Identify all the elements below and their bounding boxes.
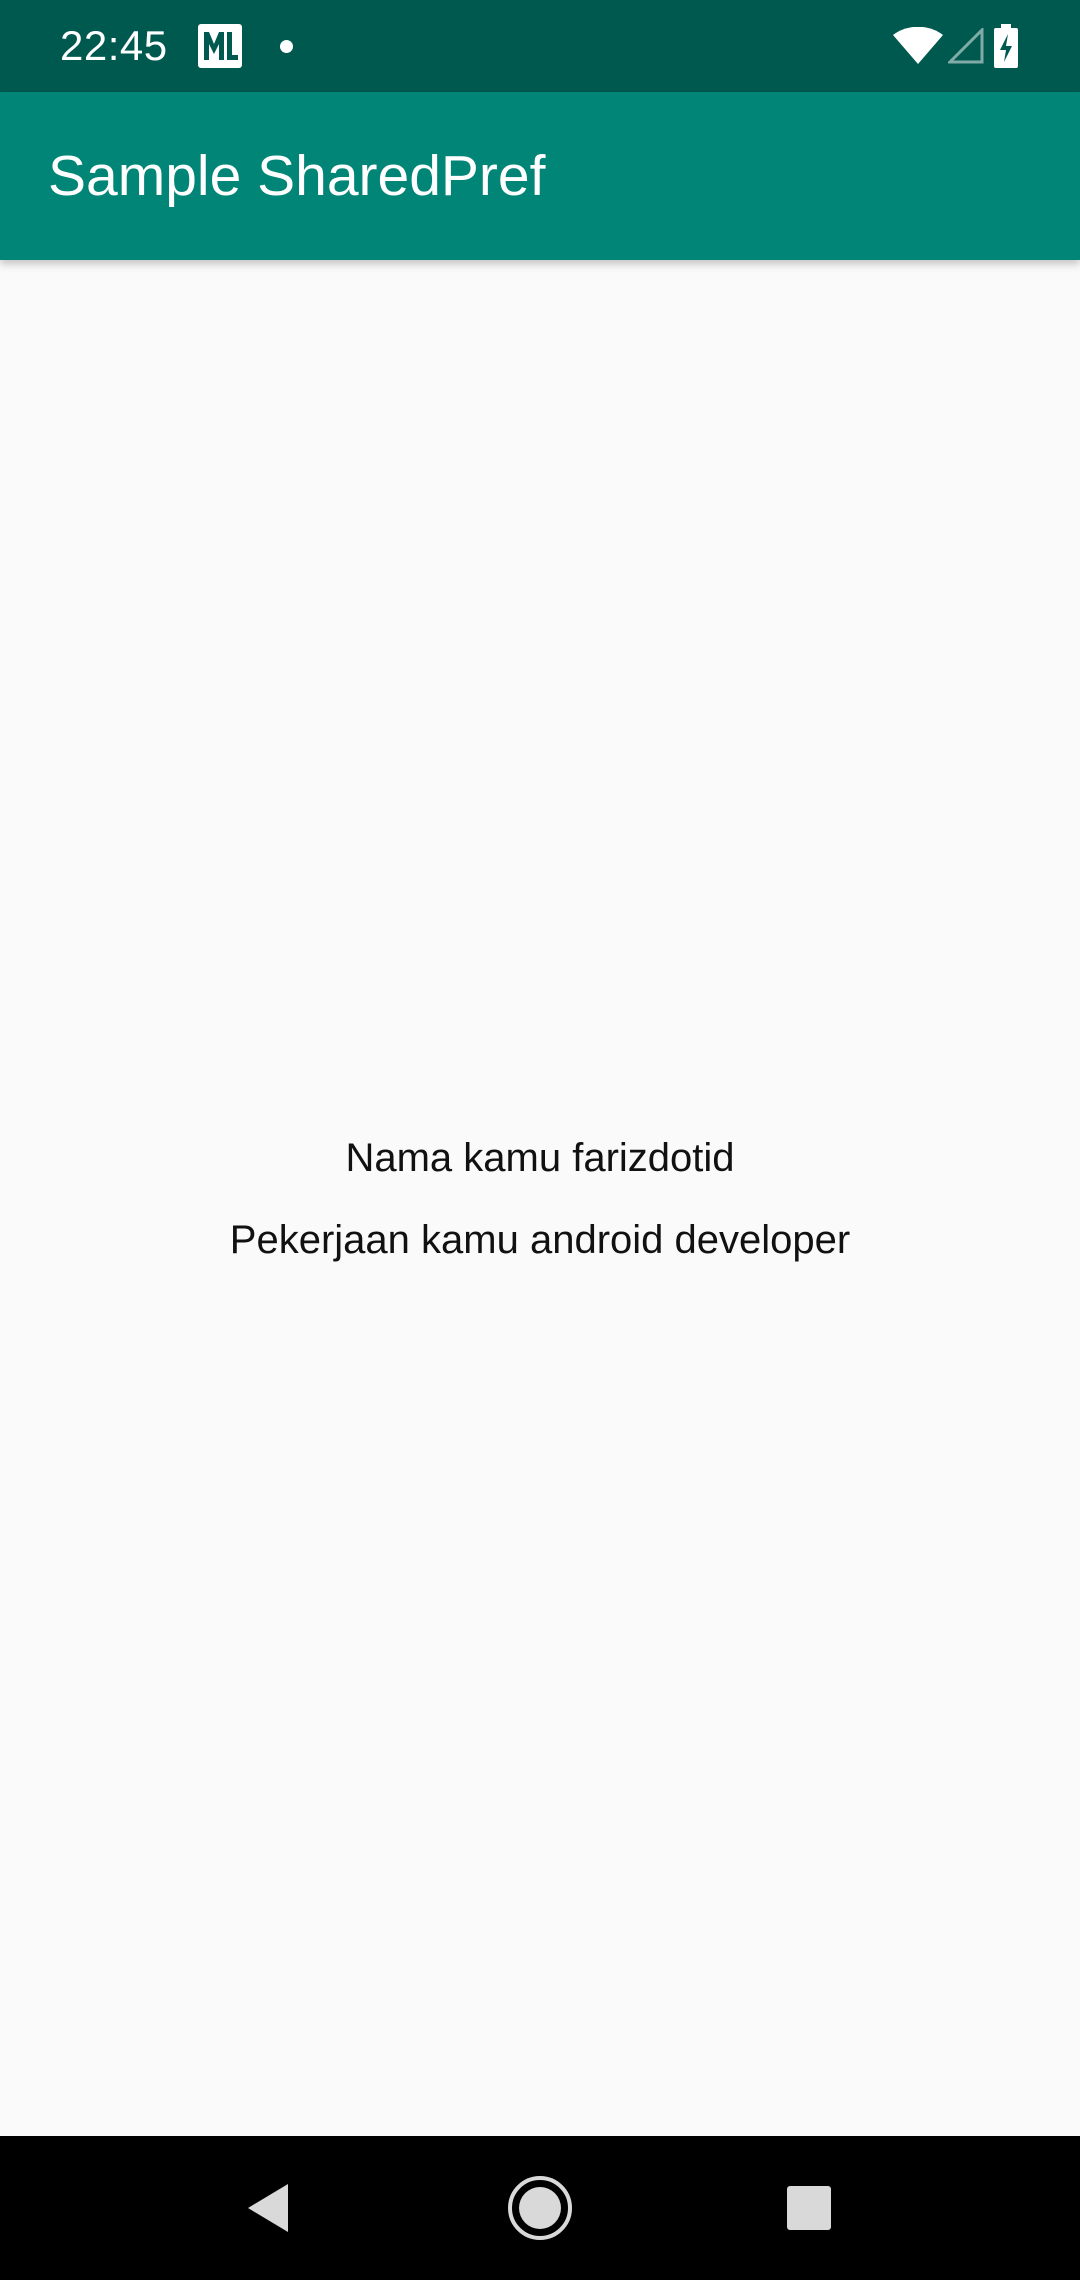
navigation-bar: [0, 2136, 1080, 2280]
back-button[interactable]: [196, 2136, 340, 2280]
job-text: Pekerjaan kamu android developer: [229, 1218, 851, 1262]
name-text: Nama kamu farizdotid: [345, 1136, 735, 1180]
back-icon: [248, 2184, 288, 2232]
home-icon: [508, 2176, 572, 2240]
cell-signal-icon: [948, 28, 984, 64]
wifi-icon: [893, 27, 943, 64]
battery-charging-icon: [994, 24, 1018, 68]
home-button[interactable]: [468, 2136, 612, 2280]
notification-dot-icon: [280, 40, 293, 53]
status-bar: 22:45: [0, 0, 1080, 92]
status-time: 22:45: [60, 22, 168, 69]
recents-icon: [787, 2186, 831, 2230]
app-toolbar: Sample SharedPref: [0, 92, 1080, 260]
recents-button[interactable]: [737, 2136, 881, 2280]
main-content: Nama kamu farizdotid Pekerjaan kamu andr…: [0, 260, 1080, 2136]
ml-kit-icon: [198, 24, 242, 68]
app-title: Sample SharedPref: [48, 144, 546, 208]
